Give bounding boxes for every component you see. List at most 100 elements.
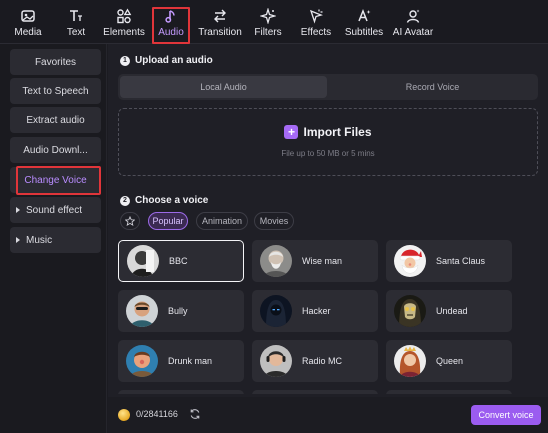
bottom-bar: 0/2841166 Convert voice (108, 397, 548, 433)
voice-title: Choose a voice (135, 195, 209, 206)
avatar (126, 295, 158, 327)
toolbar-audio[interactable]: Audio (152, 4, 190, 44)
plus-icon: + (284, 125, 299, 139)
avatar-icon (406, 9, 420, 23)
sidebar-item-label: Audio Downl... (23, 144, 88, 156)
effects-icon (309, 9, 323, 24)
sidebar-item-favorites[interactable]: Favorites (10, 49, 101, 75)
voice-card-partial[interactable] (118, 390, 244, 394)
toolbar-filters[interactable]: Filters (254, 4, 282, 40)
sidebar-item-label: Sound effect (26, 204, 82, 216)
toolbar-filters-label: Filters (254, 27, 282, 38)
voice-name: Drunk man (168, 356, 213, 366)
voice-name: Undead (436, 306, 468, 316)
sidebar-item-audio-download[interactable]: Audio Downl... (10, 137, 101, 163)
voice-card-partial[interactable] (252, 390, 378, 394)
voice-card-drunk-man[interactable]: Drunk man (118, 340, 244, 382)
voice-name: Bully (168, 306, 188, 316)
toolbar-ai-avatar-label: AI Avatar (392, 27, 434, 38)
sidebar-item-sound-effect[interactable]: Sound effect (10, 197, 101, 223)
toolbar-media-label: Media (14, 27, 42, 38)
voice-name: Hacker (302, 306, 331, 316)
filter-chip-popular[interactable]: Popular (148, 212, 188, 230)
filter-chip-animation[interactable]: Animation (196, 212, 248, 230)
coin-icon (118, 409, 130, 421)
toolbar-text[interactable]: Text (64, 4, 88, 40)
transition-icon (214, 9, 226, 23)
toolbar-effects-label: Effects (300, 27, 332, 38)
voice-card-queen[interactable]: Queen (386, 340, 512, 382)
voice-name: BBC (169, 256, 188, 266)
voice-card-bully[interactable]: Bully (118, 290, 244, 332)
import-dropzone[interactable]: + Import Files File up to 50 MB or 5 min… (118, 108, 538, 176)
voice-card-partial[interactable] (386, 390, 512, 394)
audio-source-tabs: Local Audio Record Voice (118, 74, 538, 100)
sidebar-item-label: Music (26, 234, 53, 246)
voice-card-bbc[interactable]: BBC (118, 240, 244, 282)
toolbar-elements-label: Elements (103, 27, 145, 38)
avatar (394, 245, 426, 277)
star-icon (125, 216, 135, 226)
avatar (126, 345, 158, 377)
upload-section-title: 1 Upload an audio (120, 55, 213, 66)
convert-voice-button[interactable]: Convert voice (471, 405, 541, 425)
sparkle-icon (260, 8, 276, 24)
voice-section-title: 2 Choose a voice (120, 195, 208, 206)
voice-name: Wise man (302, 256, 343, 266)
avatar (394, 295, 426, 327)
toolbar-subtitles[interactable]: Subtitles (345, 4, 383, 40)
sidebar-item-label: Text to Speech (22, 85, 89, 97)
toolbar-subtitles-label: Subtitles (344, 27, 384, 38)
import-hint: File up to 50 MB or 5 mins (281, 149, 375, 158)
left-sidebar: Favorites Text to Speech Extract audio A… (0, 44, 107, 433)
refresh-icon[interactable] (189, 408, 201, 420)
voice-card-radio-mc[interactable]: Radio MC (252, 340, 378, 382)
toolbar-effects[interactable]: Effects (300, 4, 332, 40)
sidebar-item-text-to-speech[interactable]: Text to Speech (10, 78, 101, 104)
import-files-button[interactable]: + Import Files (119, 125, 537, 139)
sidebar-item-label: Favorites (34, 56, 77, 68)
toolbar-elements[interactable]: Elements (103, 4, 145, 40)
avatar (260, 295, 292, 327)
voice-name: Santa Claus (436, 256, 486, 266)
media-icon (21, 10, 35, 22)
tab-record-voice[interactable]: Record Voice (329, 76, 536, 98)
elements-icon (117, 8, 132, 24)
voice-grid: BBC Wise man Santa Claus Bully Hacker Un… (118, 240, 538, 394)
change-voice-panel: 1 Upload an audio Local Audio Record Voi… (108, 44, 548, 433)
step-number: 1 (120, 55, 130, 66)
caret-right-icon (16, 237, 20, 243)
avatar (260, 345, 292, 377)
voice-card-wise-man[interactable]: Wise man (252, 240, 378, 282)
avatar (260, 245, 292, 277)
tab-label: Local Audio (200, 82, 247, 92)
tab-local-audio[interactable]: Local Audio (120, 76, 327, 98)
sidebar-item-extract-audio[interactable]: Extract audio (10, 107, 101, 133)
top-toolbar: Media Text Elements Audio Transition Fil… (0, 0, 548, 44)
credits-counter: 0/2841166 (136, 409, 178, 419)
toolbar-transition-label: Transition (198, 27, 242, 38)
subtitles-icon (358, 8, 371, 22)
filter-chip-movies[interactable]: Movies (254, 212, 294, 230)
audio-highlight-box (152, 7, 190, 44)
import-files-label: Import Files (303, 125, 372, 139)
upload-title: Upload an audio (135, 55, 213, 66)
voice-card-santa-claus[interactable]: Santa Claus (386, 240, 512, 282)
voice-card-hacker[interactable]: Hacker (252, 290, 378, 332)
avatar (394, 345, 426, 377)
toolbar-media[interactable]: Media (12, 4, 44, 40)
sidebar-item-label: Extract audio (26, 114, 85, 126)
text-icon (70, 10, 82, 21)
tab-label: Record Voice (405, 82, 460, 92)
chip-label: Movies (259, 216, 289, 226)
toolbar-transition[interactable]: Transition (198, 4, 242, 40)
favorites-filter-chip[interactable] (120, 212, 140, 230)
voice-card-undead[interactable]: Undead (386, 290, 512, 332)
chip-label: Popular (152, 216, 184, 226)
convert-voice-label: Convert voice (478, 410, 534, 420)
sidebar-item-change-voice[interactable]: Change Voice (10, 166, 101, 195)
toolbar-text-label: Text (66, 27, 86, 38)
avatar (127, 245, 159, 277)
sidebar-item-music[interactable]: Music (10, 227, 101, 253)
toolbar-ai-avatar[interactable]: AI Avatar (392, 4, 434, 40)
